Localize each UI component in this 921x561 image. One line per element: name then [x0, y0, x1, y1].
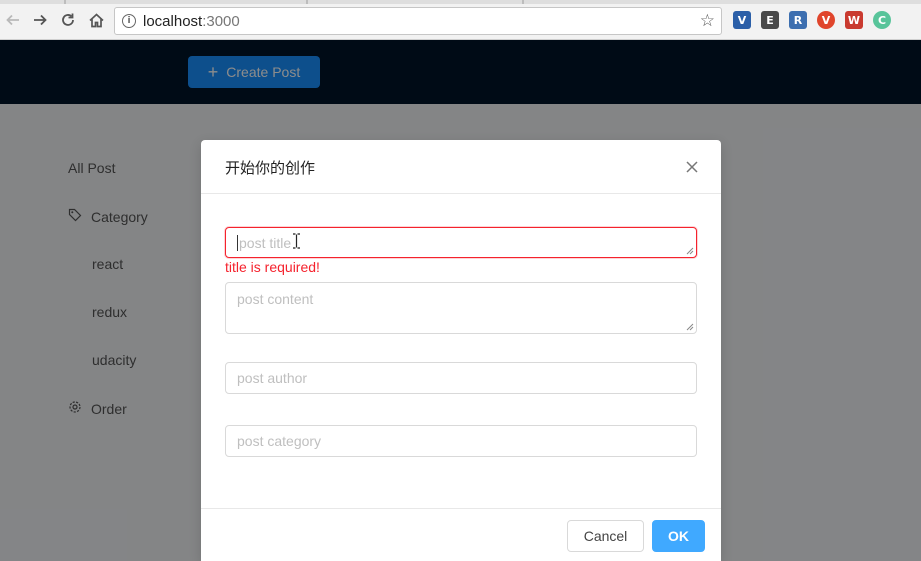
post-category-input[interactable]: post category [225, 425, 697, 457]
home-icon[interactable] [85, 9, 107, 31]
tab-edge [522, 0, 524, 4]
post-author-placeholder: post author [237, 370, 308, 386]
text-caret [237, 234, 238, 251]
vue-devtools-icon[interactable]: V [733, 11, 751, 29]
post-content-textarea[interactable]: post content [225, 282, 697, 334]
post-content-placeholder: post content [237, 291, 314, 307]
evernote-icon[interactable]: E [761, 11, 779, 29]
address-bar[interactable]: i localhost:3000 ☆ [114, 7, 722, 35]
reload-icon[interactable] [57, 9, 79, 31]
modal-footer: Cancel OK [201, 508, 721, 561]
browser-toolbar: i localhost:3000 ☆ V E R V W C [0, 0, 921, 40]
cancel-button[interactable]: Cancel [567, 520, 644, 552]
modal-title: 开始你的创作 [225, 159, 316, 177]
forward-icon[interactable] [29, 9, 51, 31]
back-icon[interactable] [2, 9, 24, 31]
create-post-modal: 开始你的创作 post title title is required! pos… [201, 140, 721, 561]
tab-edge [64, 0, 66, 4]
url-text[interactable]: localhost:3000 [143, 13, 240, 30]
puzzle-extension-icon[interactable]: W [845, 11, 863, 29]
shield-extension-icon[interactable]: V [817, 11, 835, 29]
url-host: localhost [143, 13, 203, 30]
bookmark-star-icon[interactable]: ☆ [700, 11, 715, 31]
post-category-placeholder: post category [237, 433, 322, 449]
text-cursor-icon [293, 233, 300, 249]
post-author-input[interactable]: post author [225, 362, 697, 394]
ok-button[interactable]: OK [652, 520, 705, 552]
tab-strip [0, 0, 921, 4]
tab-edge [306, 0, 308, 4]
close-icon[interactable] [683, 158, 701, 176]
info-icon[interactable]: i [122, 14, 136, 28]
circle-extension-icon[interactable]: C [873, 11, 891, 29]
post-title-placeholder: post title [239, 234, 292, 251]
rss-icon[interactable]: R [789, 11, 807, 29]
modal-header: 开始你的创作 [201, 140, 721, 194]
url-port: :3000 [202, 13, 240, 30]
resize-handle-icon[interactable] [686, 323, 694, 331]
title-error-message: title is required! [225, 259, 320, 275]
resize-handle-icon[interactable] [686, 247, 694, 255]
